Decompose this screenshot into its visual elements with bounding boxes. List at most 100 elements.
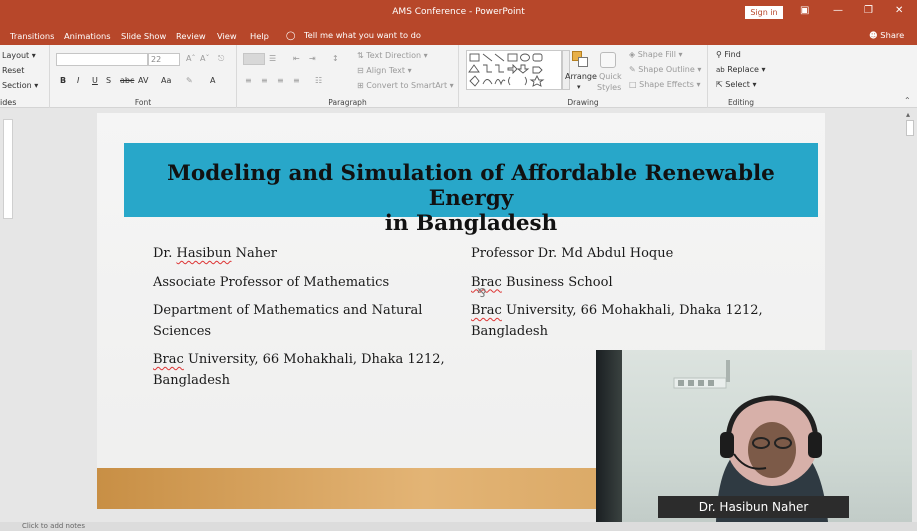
highlight-icon[interactable]: ✎ — [186, 76, 193, 85]
shapes-gallery[interactable] — [466, 50, 562, 90]
change-case-button[interactable]: Aa — [161, 76, 171, 85]
magnifier-icon: ⚲ — [716, 50, 722, 59]
name-suffix: Naher — [231, 246, 278, 261]
justify-icon[interactable]: ≡ — [293, 76, 300, 85]
spellcheck-word: Brac — [471, 274, 502, 290]
tab-view[interactable]: View — [217, 31, 237, 41]
arrange-dropdown-icon[interactable]: ▾ — [577, 83, 581, 91]
ribbon-display-icon[interactable]: ▣ — [800, 5, 809, 16]
select-button[interactable]: ⇱ Select ▾ — [716, 80, 757, 89]
italic-button[interactable]: I — [77, 76, 79, 85]
arrange-button[interactable]: Arrange — [565, 72, 597, 81]
underline-button[interactable]: U — [92, 76, 98, 85]
title-line-1: Modeling and Simulation of Affordable Re… — [167, 161, 775, 211]
left-author-name: Dr. Hasibun Naher — [153, 244, 463, 265]
bold-button[interactable]: B — [60, 76, 66, 85]
left-author-block[interactable]: Dr. Hasibun Naher Associate Professor of… — [153, 244, 463, 399]
reset-button[interactable]: Reset — [2, 66, 24, 75]
bullets-button[interactable] — [243, 53, 265, 65]
tab-transitions[interactable]: Transitions — [10, 31, 54, 41]
replace-label: Replace — [727, 65, 759, 74]
align-center-icon[interactable]: ≡ — [261, 76, 268, 85]
grow-font-icon[interactable]: Aˆ — [186, 54, 195, 63]
right-author-name: Professor Dr. Md Abdul Hoque — [471, 246, 674, 261]
spellcheck-word: Brac — [153, 352, 184, 367]
share-button[interactable]: ☻ Share — [869, 30, 904, 40]
scrollbar-thumb[interactable] — [906, 120, 914, 136]
font-name-box[interactable] — [56, 53, 148, 66]
layout-button[interactable]: Layout ▾ — [2, 51, 36, 60]
title-line-2: in Bangladesh — [384, 211, 558, 236]
tab-animations[interactable]: Animations — [64, 31, 111, 41]
section-button[interactable]: Section ▾ — [2, 81, 38, 90]
line-spacing-icon[interactable]: ↕ — [332, 54, 339, 63]
text-cursor-icon: ⅋ — [477, 286, 487, 300]
left-author-university: Brac University, 66 Mohakhali, Dhaka 121… — [153, 350, 463, 391]
left-author-position: Associate Professor of Mathematics — [153, 274, 390, 290]
gallery-scroll[interactable] — [562, 50, 570, 90]
ribbon-tabs: Transitions Animations Slide Show Review… — [0, 27, 917, 45]
numbering-icon[interactable]: ☰ — [269, 54, 276, 63]
sign-in-button[interactable]: Sign in — [745, 6, 783, 19]
restore-icon[interactable]: ❐ — [864, 5, 873, 16]
align-right-icon[interactable]: ≡ — [277, 76, 284, 85]
shape-fill-button[interactable]: ◈ Shape Fill ▾ — [629, 50, 683, 59]
clear-format-icon[interactable]: ⎋ — [218, 54, 224, 64]
tell-me-search[interactable]: ◯ Tell me what you want to do — [286, 30, 421, 40]
paragraph-group: ☰ ⇤ ⇥ ↕ ⇅ Text Direction ▾ ⊟ Align Text … — [237, 45, 459, 108]
minimize-icon[interactable]: — — [833, 5, 843, 16]
replace-button[interactable]: ab Replace ▾ — [716, 65, 766, 74]
ribbon: Layout ▾ Reset Section ▾ ides 22 Aˆ Aˇ ⎋… — [0, 45, 917, 108]
notes-bar[interactable]: Click to add notes — [0, 522, 917, 531]
columns-icon[interactable]: ☷ — [315, 76, 322, 85]
drawing-group: Arrange ▾ Quick Styles ◈ Shape Fill ▾ ✎ … — [459, 45, 708, 108]
char-spacing-button[interactable]: AV — [138, 76, 148, 85]
arrange-icon — [572, 51, 588, 67]
text-direction-button[interactable]: ⇅ Text Direction ▾ — [357, 51, 428, 60]
scroll-up-icon[interactable]: ▴ — [906, 110, 910, 119]
convert-smartart-button[interactable]: ⊞ Convert to SmartArt ▾ — [357, 81, 454, 90]
tab-slide-show[interactable]: Slide Show — [121, 31, 166, 41]
shapes-gallery-icons — [468, 53, 545, 87]
university-rest: University, 66 Mohakhali, Dhaka 1212, Ba… — [153, 352, 445, 388]
editing-group-label: Editing — [727, 98, 755, 107]
slide-thumbnail[interactable] — [3, 119, 13, 219]
find-button[interactable]: ⚲ Find — [716, 50, 741, 59]
editing-group: ⚲ Find ab Replace ▾ ⇱ Select ▾ Editing — [708, 45, 774, 108]
font-color-button[interactable]: A — [210, 76, 215, 85]
close-icon[interactable]: ✕ — [895, 5, 903, 16]
shape-effects-label: Shape Effects — [639, 80, 694, 89]
right-author-block[interactable]: Professor Dr. Md Abdul Hoque Brac Busine… — [471, 244, 781, 350]
shape-outline-label: Shape Outline — [638, 65, 695, 74]
tab-review[interactable]: Review — [176, 31, 206, 41]
title-bar: AMS Conference - PowerPoint Sign in ▣ — … — [0, 0, 917, 27]
shape-effects-button[interactable]: □ Shape Effects ▾ — [629, 80, 700, 89]
increase-indent-icon[interactable]: ⇥ — [309, 54, 316, 63]
quick-styles-button[interactable]: Quick — [599, 72, 622, 81]
right-author-university: Brac University, 66 Mohakhali, Dhaka 121… — [471, 301, 781, 342]
font-size-box[interactable]: 22 — [148, 53, 180, 66]
slides-group-label: ides — [0, 98, 17, 107]
align-text-button[interactable]: ⊟ Align Text ▾ — [357, 66, 412, 75]
collapse-ribbon-icon[interactable]: ⌃ — [904, 96, 911, 105]
convert-smartart-label: Convert to SmartArt — [366, 81, 448, 90]
shrink-font-icon[interactable]: Aˇ — [200, 54, 209, 63]
university-rest: University, 66 Mohakhali, Dhaka 1212, Ba… — [471, 303, 763, 339]
powerpoint-window: AMS Conference - PowerPoint Sign in ▣ — … — [0, 0, 917, 531]
slide-title[interactable]: Modeling and Simulation of Affordable Re… — [124, 161, 818, 236]
presenter-name-label: Dr. Hasibun Naher — [658, 496, 849, 518]
notes-placeholder: Click to add notes — [22, 522, 85, 530]
shape-outline-button[interactable]: ✎ Shape Outline ▾ — [629, 65, 701, 74]
title-banner: Modeling and Simulation of Affordable Re… — [124, 143, 818, 236]
spellcheck-word: Brac — [471, 303, 502, 318]
font-group: 22 Aˆ Aˇ ⎋ B I U S abc AV Aa ✎ A Font — [50, 45, 237, 108]
align-left-icon[interactable]: ≡ — [245, 76, 252, 85]
quick-styles-icon — [600, 52, 616, 68]
tab-help[interactable]: Help — [250, 31, 269, 41]
shape-fill-label: Shape Fill — [637, 50, 676, 59]
strikethrough-button[interactable]: abc — [120, 76, 134, 85]
select-label: Select — [725, 80, 750, 89]
shadow-button[interactable]: S — [106, 76, 111, 85]
section-label: Section — [2, 81, 32, 90]
decrease-indent-icon[interactable]: ⇤ — [293, 54, 300, 63]
